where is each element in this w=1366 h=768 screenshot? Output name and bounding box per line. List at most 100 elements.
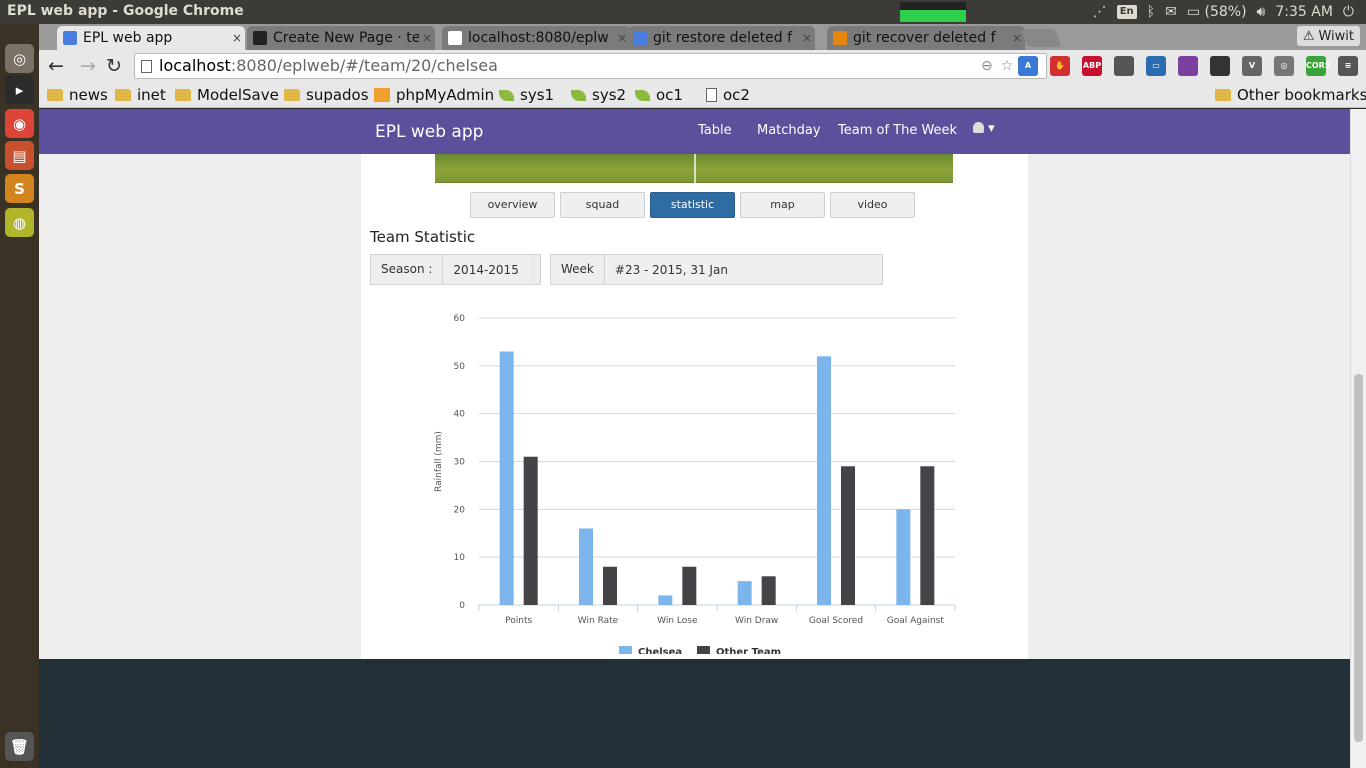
- bar-chelsea[interactable]: [896, 509, 911, 605]
- nav-matchday[interactable]: Matchday: [757, 123, 821, 138]
- extension-reel-icon[interactable]: ◎: [1274, 56, 1294, 76]
- scrollbar-thumb[interactable]: [1354, 374, 1363, 742]
- tab-overview[interactable]: overview: [470, 192, 555, 218]
- extension-screen-icon[interactable]: [1114, 56, 1134, 76]
- network-icon[interactable]: ⋰: [1093, 4, 1107, 20]
- browser-tab[interactable]: git restore deleted f ×: [627, 26, 815, 50]
- battery-icon: ▭: [1186, 4, 1201, 20]
- season-selector[interactable]: Season : 2014-2015: [370, 254, 541, 285]
- tab-label: localhost:8080/eplw: [468, 30, 609, 46]
- bar-other-team[interactable]: [841, 466, 855, 605]
- browser-tab[interactable]: git recover deleted f ×: [827, 26, 1025, 50]
- extension-menu-icon[interactable]: ≡: [1338, 56, 1358, 76]
- extension-window-icon[interactable]: ▭: [1146, 56, 1166, 76]
- week-selector[interactable]: Week #23 - 2015, 31 Jan: [550, 254, 883, 285]
- bookmark-news[interactable]: news: [47, 85, 108, 105]
- battery-indicator[interactable]: ▭ (58%): [1187, 4, 1247, 20]
- other-bookmarks-label: Other bookmarks: [1237, 86, 1366, 104]
- tab-close-icon[interactable]: ×: [419, 31, 435, 45]
- extension-translate-icon[interactable]: A: [1018, 56, 1038, 76]
- browser-tab[interactable]: localhost:8080/eplw ×: [442, 26, 630, 50]
- tab-squad[interactable]: squad: [560, 192, 645, 218]
- volume-icon[interactable]: 🔊︎: [1257, 4, 1266, 20]
- y-tick-label: 30: [454, 458, 466, 468]
- page-footer: [39, 659, 1350, 768]
- browser-toolbar: ← → ↻ localhost:8080/eplweb/#/team/20/ch…: [39, 50, 1366, 82]
- clock[interactable]: 7:35 AM: [1275, 4, 1333, 20]
- power-icon[interactable]: ⏻: [1343, 4, 1354, 20]
- bar-other-team[interactable]: [920, 466, 935, 605]
- extension-adblock-plus-icon[interactable]: ABP: [1082, 56, 1102, 76]
- bookmark-supados[interactable]: supados: [284, 85, 369, 105]
- bar-chelsea[interactable]: [658, 595, 673, 605]
- y-tick-label: 40: [454, 410, 466, 420]
- bar-other-team[interactable]: [761, 576, 776, 605]
- nav-team-of-the-week[interactable]: Team of The Week: [838, 123, 957, 138]
- forward-button[interactable]: →: [77, 56, 99, 78]
- legend-label[interactable]: Other Team: [716, 647, 781, 654]
- launcher-app-icon[interactable]: ◍: [5, 208, 34, 237]
- mail-icon[interactable]: ✉: [1165, 4, 1177, 20]
- leaf-icon: [499, 89, 514, 101]
- folder-icon: [47, 89, 63, 101]
- user-menu[interactable]: ▾: [973, 121, 995, 136]
- bookmark-oc1[interactable]: oc1: [635, 85, 683, 105]
- bar-other-team[interactable]: [523, 456, 538, 605]
- extension-shield-icon[interactable]: V: [1242, 56, 1262, 76]
- legend-swatch[interactable]: [697, 646, 710, 654]
- x-tick-label: Win Lose: [657, 616, 698, 626]
- bookmark-inet[interactable]: inet: [115, 85, 166, 105]
- bookmark-sys2[interactable]: sys2: [571, 85, 626, 105]
- extension-cors-icon[interactable]: CORS: [1306, 56, 1331, 76]
- new-tab-button[interactable]: [1020, 29, 1062, 47]
- tab-video[interactable]: video: [830, 192, 915, 218]
- bar-chelsea[interactable]: [817, 356, 831, 605]
- tab-close-icon[interactable]: ×: [229, 31, 245, 45]
- system-monitor-graph[interactable]: [900, 2, 966, 22]
- tab-statistic[interactable]: statistic: [650, 192, 735, 218]
- launcher-dash-icon[interactable]: ◎: [5, 44, 34, 73]
- bar-chelsea[interactable]: [737, 581, 752, 605]
- legend-label[interactable]: Chelsea: [638, 647, 682, 654]
- bookmark-oc2[interactable]: oc2: [706, 85, 750, 105]
- tab-label: git restore deleted f: [653, 30, 793, 46]
- extension-spy-icon[interactable]: [1210, 56, 1230, 76]
- launcher-files-icon[interactable]: ▤: [5, 141, 34, 170]
- launcher-chrome-icon[interactable]: ◉: [5, 109, 34, 138]
- bookmark-sys1[interactable]: sys1: [499, 85, 554, 105]
- page-scrollbar[interactable]: [1350, 109, 1366, 768]
- bar-chelsea[interactable]: [579, 528, 593, 605]
- x-tick-label: Goal Against: [887, 616, 945, 626]
- extension-color-icon[interactable]: [1178, 56, 1198, 76]
- launcher-sublime-icon[interactable]: S: [5, 174, 34, 203]
- season-value[interactable]: 2014-2015: [443, 255, 529, 284]
- launcher-trash-icon[interactable]: 🗑︎: [5, 732, 34, 761]
- app-brand[interactable]: EPL web app: [375, 122, 483, 142]
- bar-chelsea[interactable]: [499, 351, 514, 605]
- zoom-icon[interactable]: ⊖: [981, 58, 1001, 74]
- reload-button[interactable]: ↻: [103, 56, 125, 78]
- bar-other-team[interactable]: [682, 566, 697, 605]
- launcher-terminal-icon[interactable]: ▸: [5, 75, 34, 104]
- user-icon: [973, 122, 984, 133]
- nav-table[interactable]: Table: [698, 123, 732, 138]
- address-bar[interactable]: localhost:8080/eplweb/#/team/20/chelsea …: [134, 53, 1047, 79]
- bookmark-modelsave[interactable]: ModelSave: [175, 85, 279, 105]
- browser-tab[interactable]: Create New Page · te ×: [247, 26, 435, 50]
- keyboard-layout-indicator[interactable]: En: [1116, 5, 1137, 19]
- bar-other-team[interactable]: [603, 566, 617, 605]
- back-button[interactable]: ←: [45, 56, 67, 78]
- legend-swatch[interactable]: [619, 646, 632, 654]
- phpmyadmin-icon: [374, 88, 390, 102]
- bookmark-phpmyadmin[interactable]: phpMyAdmin: [374, 85, 494, 105]
- profile-button[interactable]: ⚠ Wiwit: [1296, 26, 1360, 46]
- browser-tab[interactable]: EPL web app ×: [57, 26, 245, 50]
- other-bookmarks[interactable]: Other bookmarks: [1215, 85, 1366, 105]
- bookmarks-bar: news inet ModelSave supados phpMyAdmin sys1 sy…: [39, 82, 1366, 108]
- tab-close-icon[interactable]: ×: [799, 31, 815, 45]
- tab-label: git recover deleted f: [853, 30, 996, 46]
- extension-stop-icon[interactable]: ✋: [1050, 56, 1070, 76]
- bluetooth-icon[interactable]: ᛒ: [1147, 4, 1155, 20]
- tab-map[interactable]: map: [740, 192, 825, 218]
- week-value[interactable]: #23 - 2015, 31 Jan: [604, 255, 882, 284]
